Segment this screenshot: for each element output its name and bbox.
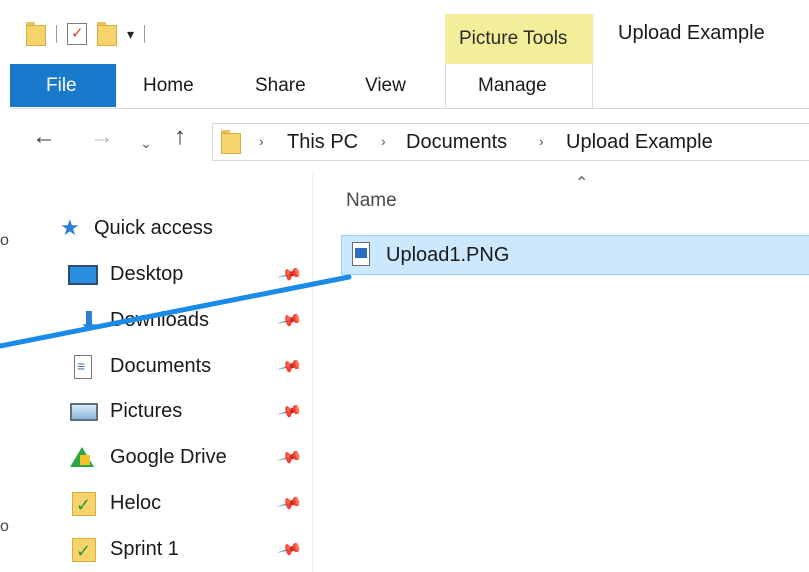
sidebar-item-label: Google Drive (110, 446, 227, 468)
background-window-fragment: o (0, 518, 9, 535)
google-drive-icon (68, 446, 100, 470)
pictures-icon (68, 400, 100, 424)
pin-icon[interactable]: 📌 (276, 444, 303, 471)
pin-icon[interactable]: 📌 (276, 398, 303, 425)
new-folder-icon[interactable] (97, 22, 117, 46)
breadcrumb-documents[interactable]: Documents (406, 131, 507, 154)
sort-ascending-icon: ⌃ (575, 175, 589, 192)
desktop-icon (68, 263, 100, 287)
breadcrumb-chevron-icon[interactable]: › (259, 133, 264, 149)
recent-locations-chevron-icon[interactable]: ⌄ (140, 131, 152, 155)
folder-icon (221, 130, 241, 154)
sidebar-item-desktop[interactable]: Desktop 📌 (10, 255, 310, 295)
pin-icon[interactable]: 📌 (276, 536, 303, 563)
breadcrumb-chevron-icon[interactable]: › (381, 133, 386, 149)
breadcrumb-chevron-icon[interactable]: › (539, 133, 544, 149)
window-title: Upload Example (618, 22, 765, 44)
ribbon-tabs: File Home Share View Manage (10, 64, 809, 109)
forward-arrow-icon[interactable]: → (90, 125, 114, 149)
tab-manage-label: Manage (478, 75, 547, 96)
star-icon: ★ (60, 215, 80, 240)
tab-view[interactable]: View (365, 75, 406, 97)
sidebar-item-label: Pictures (110, 400, 183, 422)
quick-access-toolbar: ✓ ▾ (26, 14, 146, 54)
download-arrow-icon: ⬇ (78, 306, 100, 336)
file-list-pane: ⌃ Name Upload1.PNG (313, 173, 809, 572)
tab-file[interactable]: File (10, 64, 116, 107)
navigation-bar: ← → ⌄ ↑ › This PC › Documents › Upload E… (10, 109, 809, 173)
up-arrow-icon[interactable]: ↑ (174, 125, 186, 149)
tab-manage[interactable]: Manage (445, 64, 593, 108)
toolbar-separator (56, 25, 57, 43)
sidebar-item-label: Desktop (110, 263, 184, 285)
tab-file-label: File (46, 75, 77, 96)
quick-access-label[interactable]: Quick access (94, 217, 213, 240)
synced-folder-icon: ✓ (68, 538, 100, 562)
pin-icon[interactable]: 📌 (276, 261, 303, 288)
sidebar-item-label: Sprint 1 (110, 538, 179, 560)
picture-tools-group: Picture Tools (445, 14, 593, 66)
png-file-icon (352, 242, 370, 266)
sidebar-item-pictures[interactable]: Pictures 📌 (10, 392, 310, 432)
navigation-pane: ★ Quick access Desktop 📌 ⬇ Downloads 📌 D… (10, 173, 313, 572)
sidebar-item-heloc[interactable]: ✓ Heloc 📌 (10, 484, 310, 524)
address-bar[interactable]: › This PC › Documents › Upload Example (212, 123, 809, 161)
back-arrow-icon[interactable]: ← (32, 125, 56, 149)
pin-icon[interactable]: 📌 (276, 490, 303, 517)
toolbar-separator (144, 25, 146, 43)
picture-tools-label: Picture Tools (459, 28, 568, 49)
properties-icon[interactable]: ✓ (67, 23, 87, 45)
pin-icon[interactable]: 📌 (276, 307, 303, 334)
tab-share[interactable]: Share (255, 75, 306, 97)
sidebar-item-label: Documents (110, 355, 212, 377)
pin-icon[interactable]: 📌 (276, 353, 303, 380)
sidebar-item-sprint-1[interactable]: ✓ Sprint 1 📌 (10, 530, 310, 570)
background-window-fragment: o (0, 232, 9, 249)
sidebar-item-documents[interactable]: Documents 📌 (10, 347, 310, 387)
synced-folder-icon: ✓ (68, 492, 100, 516)
sidebar-item-label: Heloc (110, 492, 162, 514)
tab-home[interactable]: Home (143, 75, 194, 97)
file-row-selected[interactable]: Upload1.PNG (341, 235, 809, 275)
column-header-name[interactable]: Name (346, 190, 397, 212)
breadcrumb-this-pc[interactable]: This PC (287, 131, 358, 154)
sidebar-item-google-drive[interactable]: Google Drive 📌 (10, 438, 310, 478)
folder-icon[interactable] (26, 22, 46, 46)
document-icon (68, 355, 100, 379)
title-bar: ✓ ▾ Picture Tools Upload Example (10, 0, 809, 66)
customize-toolbar-icon[interactable]: ▾ (127, 27, 134, 41)
sidebar-item-downloads[interactable]: ⬇ Downloads 📌 (10, 301, 310, 341)
breadcrumb-upload-example[interactable]: Upload Example (566, 131, 713, 154)
sidebar-item-label: Downloads (110, 309, 209, 331)
file-name: Upload1.PNG (386, 244, 510, 266)
